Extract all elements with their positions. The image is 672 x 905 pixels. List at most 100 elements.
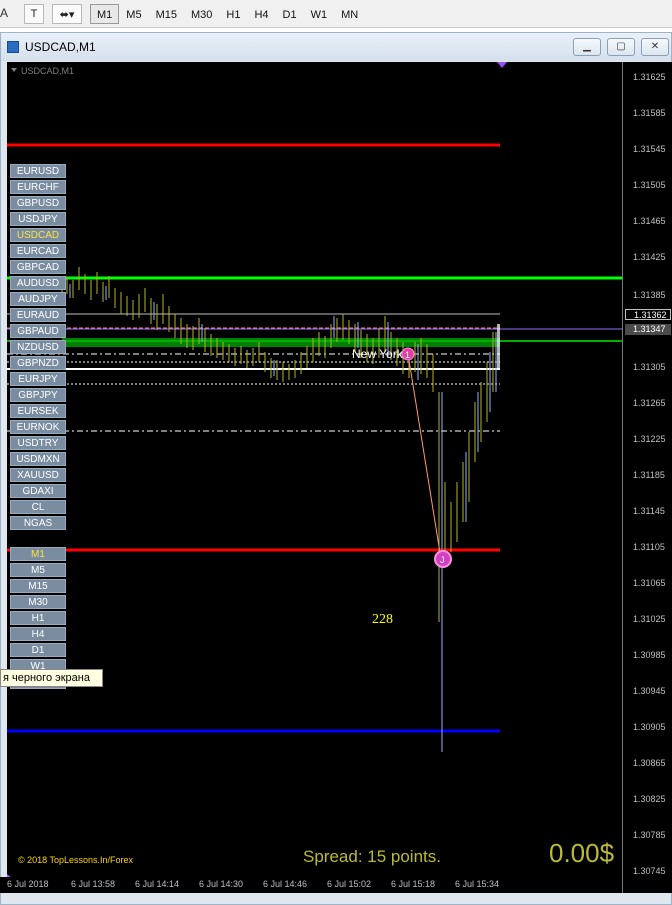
symbol-button-usdmxn[interactable]: USDMXN — [10, 452, 66, 466]
symbol-button-eurnok[interactable]: EURNOK — [10, 420, 66, 434]
copyright-text: © 2018 TopLessons.In/Forex — [18, 855, 134, 865]
price-label: 1.30905 — [633, 722, 666, 732]
tf-h4[interactable]: H4 — [247, 4, 275, 24]
counter-label: 228 — [372, 612, 393, 627]
price-label: 1.31225 — [633, 434, 666, 444]
side-tf-m5[interactable]: M5 — [10, 563, 66, 577]
tf-mn[interactable]: MN — [334, 4, 365, 24]
tf-w1[interactable]: W1 — [304, 4, 335, 24]
price-label: 1.31025 — [633, 614, 666, 624]
price-label: 1.31545 — [633, 144, 666, 154]
side-tf-m1[interactable]: M1 — [10, 547, 66, 561]
symbol-button-usdcad[interactable]: USDCAD — [10, 228, 66, 242]
window-title: USDCAD,M1 — [25, 40, 96, 54]
time-label: 6 Jul 14:30 — [199, 879, 244, 889]
price-label: 1.30945 — [633, 686, 666, 696]
time-label: 6 Jul 14:14 — [135, 879, 180, 889]
symbol-button-gbpusd[interactable]: GBPUSD — [10, 196, 66, 210]
price-label: 1.31145 — [633, 506, 665, 516]
time-label: 6 Jul 14:46 — [263, 879, 308, 889]
symbol-button-gbpjpy[interactable]: GBPJPY — [10, 388, 66, 402]
symbol-button-gbpaud[interactable]: GBPAUD — [10, 324, 66, 338]
price-label: 1.30865 — [633, 758, 666, 768]
symbol-button-usdjpy[interactable]: USDJPY — [10, 212, 66, 226]
time-label: 6 Jul 15:34 — [455, 879, 500, 889]
text-tool-icon[interactable]: A — [0, 6, 8, 20]
symbol-button-audusd[interactable]: AUDUSD — [10, 276, 66, 290]
tf-m15[interactable]: M15 — [149, 4, 184, 24]
symbol-button-eurcad[interactable]: EURCAD — [10, 244, 66, 258]
price-label: 1.31265 — [633, 398, 666, 408]
bid-price-tag: 1.31347 — [625, 324, 671, 335]
window-titlebar[interactable]: USDCAD,M1 ▁ ▢ ✕ — [1, 33, 671, 61]
price-label: 1.31185 — [633, 470, 665, 480]
tf-m5[interactable]: M5 — [119, 4, 148, 24]
chart-canvas[interactable]: USDCAD,M1 1 J New York 228 © 2018 TopLes… — [7, 62, 622, 893]
price-chart-svg: USDCAD,M1 1 J New York 228 © 2018 TopLes… — [7, 62, 622, 878]
symbol-button-usdtry[interactable]: USDTRY — [10, 436, 66, 450]
price-label: 1.31305 — [633, 362, 666, 372]
symbol-switcher-panel: EURUSD EURCHF GBPUSD USDJPY USDCAD EURCA… — [10, 164, 66, 532]
price-label: 1.30785 — [633, 830, 666, 840]
symbol-button-eurusd[interactable]: EURUSD — [10, 164, 66, 178]
side-tf-d1[interactable]: D1 — [10, 643, 66, 657]
period-separator-marker — [497, 62, 507, 68]
symbol-button-ngas[interactable]: NGAS — [10, 516, 66, 530]
symbol-button-gdaxi[interactable]: GDAXI — [10, 484, 66, 498]
price-label: 1.31465 — [633, 216, 666, 226]
symbol-button-cl[interactable]: CL — [10, 500, 66, 514]
symbol-button-gbpnzd[interactable]: GBPNZD — [10, 356, 66, 370]
symbol-button-audjpy[interactable]: AUDJPY — [10, 292, 66, 306]
session-label-new-york: New York — [352, 347, 404, 361]
minimize-button[interactable]: ▁ — [573, 38, 601, 56]
tf-m1[interactable]: M1 — [90, 4, 120, 24]
trade-connector-line — [407, 353, 442, 560]
symbol-button-nzdusd[interactable]: NZDUSD — [10, 340, 66, 354]
side-tf-m15[interactable]: M15 — [10, 579, 66, 593]
candles-olive — [61, 267, 494, 622]
tf-m30[interactable]: M30 — [184, 4, 219, 24]
symbol-button-eurchf[interactable]: EURCHF — [10, 180, 66, 194]
price-label: 1.31425 — [633, 252, 666, 262]
price-axis[interactable]: 1.31625 1.31585 1.31545 1.31505 1.31465 … — [622, 62, 672, 893]
symbol-button-eurjpy[interactable]: EURJPY — [10, 372, 66, 386]
tf-d1[interactable]: D1 — [276, 4, 304, 24]
time-label: 6 Jul 13:58 — [71, 879, 116, 889]
symbol-button-xauusd[interactable]: XAUUSD — [10, 468, 66, 482]
profit-label: 0.00$ — [549, 838, 615, 868]
symbol-button-gbpcad[interactable]: GBPCAD — [10, 260, 66, 274]
collapse-icon — [11, 68, 17, 72]
chart-window-icon — [7, 41, 19, 53]
price-label: 1.30825 — [633, 794, 666, 804]
ask-price-tag: 1.31362 — [625, 309, 671, 320]
price-label: 1.30985 — [633, 650, 666, 660]
trade-marker-exit-label: J — [440, 555, 445, 565]
time-label: 6 Jul 2018 — [7, 879, 49, 889]
chart-symbol-label: USDCAD,M1 — [21, 66, 74, 76]
text-label-button[interactable]: T — [24, 4, 44, 24]
arrows-dropdown-button[interactable]: ⬌▾ — [52, 4, 82, 24]
tooltip: я черного экрана — [0, 669, 103, 687]
price-label: 1.31385 — [633, 290, 666, 300]
side-tf-h1[interactable]: H1 — [10, 611, 66, 625]
price-label: 1.31625 — [633, 72, 666, 82]
symbol-button-euraud[interactable]: EURAUD — [10, 308, 66, 322]
price-label: 1.31505 — [633, 180, 666, 190]
tf-h1[interactable]: H1 — [219, 4, 247, 24]
price-label: 1.30745 — [633, 866, 666, 876]
side-tf-m30[interactable]: M30 — [10, 595, 66, 609]
maximize-button[interactable]: ▢ — [607, 38, 635, 56]
green-zone — [62, 338, 500, 347]
symbol-button-eursek[interactable]: EURSEK — [10, 404, 66, 418]
close-button[interactable]: ✕ — [641, 38, 669, 56]
trade-box-edge — [497, 324, 500, 370]
time-label: 6 Jul 15:18 — [391, 879, 436, 889]
time-label: 6 Jul 15:02 — [327, 879, 372, 889]
timeframe-bar: M1 M5 M15 M30 H1 H4 D1 W1 MN — [90, 4, 365, 24]
top-toolbar: A T ⬌▾ M1 M5 M15 M30 H1 H4 D1 W1 MN — [0, 0, 672, 28]
trade-marker-entry-label: 1 — [405, 350, 410, 360]
time-axis[interactable]: 6 Jul 2018 6 Jul 13:58 6 Jul 14:14 6 Jul… — [0, 877, 622, 893]
side-tf-h4[interactable]: H4 — [10, 627, 66, 641]
price-label: 1.31585 — [633, 108, 666, 118]
spread-label: Spread: 15 points. — [303, 847, 441, 866]
